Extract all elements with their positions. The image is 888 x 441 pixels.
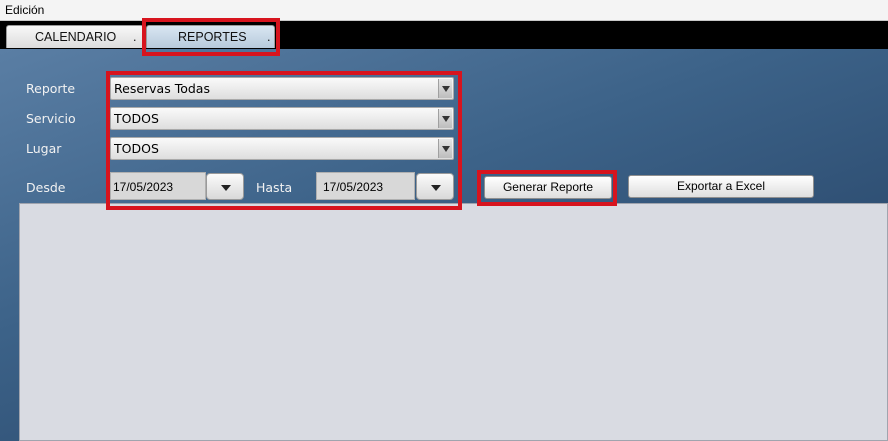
menu-bar: Edición [0,0,888,21]
hasta-value: 17/05/2023 [323,180,384,194]
tab-reportes-label: REPORTES [178,30,247,44]
generate-report-button[interactable]: Generar Reporte [484,176,612,199]
reporte-value: Reservas Todas [114,81,210,96]
servicio-value: TODOS [114,111,159,126]
reporte-label: Reporte [26,81,76,96]
desde-date-picker-button[interactable] [206,173,244,200]
hasta-date-field[interactable]: 17/05/2023 [316,172,415,200]
lugar-value: TODOS [114,141,159,156]
hasta-label: Hasta [256,180,293,195]
tab-calendario-label: CALENDARIO [35,30,117,44]
tab-calendario-suffix: . [133,30,137,44]
desde-date-field[interactable]: 17/05/2023 [110,172,206,200]
desde-label: Desde [26,180,66,195]
menu-edicion[interactable]: Edición [5,3,44,17]
hasta-date-picker-button[interactable] [416,173,454,200]
chevron-down-icon[interactable] [438,139,452,158]
servicio-label: Servicio [26,111,76,126]
reporte-combo[interactable]: Reservas Todas [110,77,454,100]
lugar-label: Lugar [26,141,62,156]
chevron-down-icon[interactable] [438,109,452,128]
tab-calendario[interactable]: CALENDARIO . [6,25,144,48]
report-results-area[interactable] [19,203,888,441]
servicio-combo[interactable]: TODOS [110,107,454,130]
chevron-down-icon[interactable] [438,79,452,98]
lugar-combo[interactable]: TODOS [110,137,454,160]
tab-strip: CALENDARIO . REPORTES . [0,21,888,49]
tab-reportes[interactable]: REPORTES . [146,25,275,48]
export-excel-button[interactable]: Exportar a Excel [628,175,814,198]
desde-value: 17/05/2023 [113,180,174,194]
tab-reportes-suffix: . [267,30,271,44]
